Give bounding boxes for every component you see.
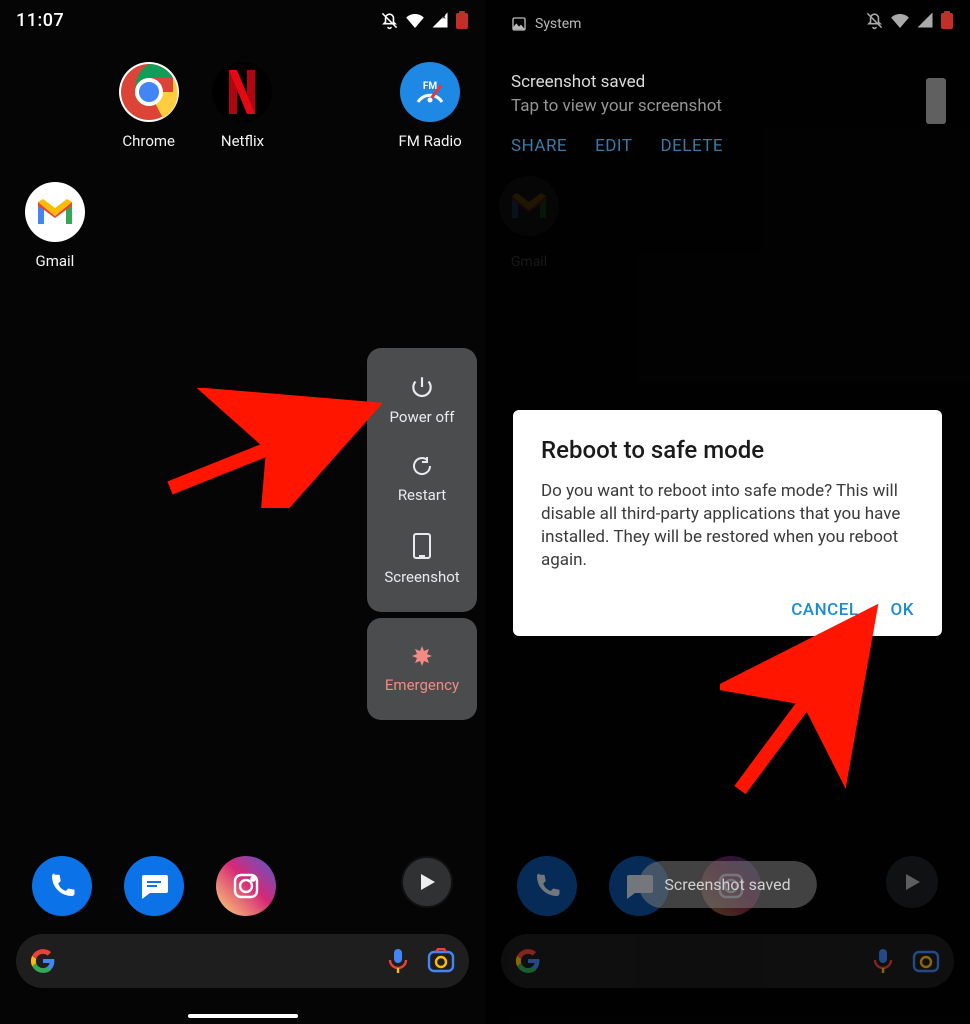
fmradio-icon: FM	[400, 62, 460, 122]
power-menu: Power off Restart Screenshot Emergency	[367, 348, 477, 720]
screenshot-left: 11:07 x Chrome Netflix FM FM Rad	[0, 0, 485, 1024]
notif-body: Tap to view your screenshot	[511, 96, 944, 116]
home-app-grid: Chrome Netflix FM FM Radio Gmail	[0, 56, 485, 296]
mic-icon[interactable]	[387, 948, 409, 974]
dock-phone[interactable]	[517, 856, 577, 916]
power-menu-emergency-card: Emergency	[367, 618, 477, 720]
screenshot-icon	[411, 532, 433, 560]
dock-phone[interactable]	[32, 856, 92, 916]
dialog-body: Do you want to reboot into safe mode? Th…	[541, 480, 914, 572]
signal-no-sim-icon: x	[431, 11, 449, 29]
mic-icon[interactable]	[872, 948, 894, 974]
google-search-bar[interactable]	[501, 934, 954, 988]
google-g-icon	[30, 948, 56, 974]
dnd-off-icon	[380, 11, 399, 30]
svg-text:x: x	[442, 13, 446, 21]
app-fmradio[interactable]: FM FM Radio	[383, 56, 477, 176]
gmail-icon	[25, 182, 85, 242]
app-label: Chrome	[122, 132, 175, 150]
screenshot-right: Gmail System Screenshot saved Tap to vie…	[485, 0, 970, 1024]
dock-messages[interactable]	[124, 856, 184, 916]
play-icon	[901, 871, 923, 893]
dock-instagram[interactable]	[216, 856, 276, 916]
netflix-icon	[212, 62, 272, 122]
wifi-icon	[405, 12, 425, 28]
screenshot-label: Screenshot	[384, 568, 459, 586]
notif-action-share[interactable]: SHARE	[511, 136, 567, 156]
emergency-icon	[410, 644, 434, 668]
app-label: Gmail	[35, 252, 74, 270]
restart-icon	[410, 454, 434, 478]
notif-action-delete[interactable]: DELETE	[660, 136, 723, 156]
phone-icon	[532, 871, 562, 901]
status-time: 11:07	[16, 10, 64, 31]
emergency-button[interactable]: Emergency	[367, 644, 477, 694]
phone-icon	[47, 871, 77, 901]
app-gmail[interactable]: Gmail	[8, 176, 102, 296]
power-off-button[interactable]: Power off	[367, 374, 477, 426]
chrome-icon	[119, 62, 179, 122]
status-bar: 11:07 x	[0, 0, 485, 40]
app-netflix[interactable]: Netflix	[196, 56, 290, 176]
notif-thumbnail[interactable]	[926, 78, 946, 124]
emergency-label: Emergency	[385, 676, 459, 694]
lens-icon[interactable]	[912, 948, 940, 974]
restart-label: Restart	[398, 486, 446, 504]
power-off-label: Power off	[390, 408, 455, 426]
notif-title: Screenshot saved	[511, 72, 944, 92]
messages-icon	[138, 871, 170, 901]
instagram-icon	[230, 870, 262, 902]
app-label: FM Radio	[399, 132, 462, 150]
image-icon	[511, 16, 527, 32]
restart-button[interactable]: Restart	[367, 454, 477, 504]
safe-mode-dialog: Reboot to safe mode Do you want to reboo…	[513, 410, 942, 636]
screenshot-button[interactable]: Screenshot	[367, 532, 477, 586]
nav-indicator[interactable]	[188, 1014, 298, 1018]
dialog-ok-button[interactable]: OK	[891, 600, 914, 620]
google-search-bar[interactable]	[16, 934, 469, 988]
google-g-icon	[515, 948, 541, 974]
power-icon	[409, 374, 435, 400]
app-chrome[interactable]: Chrome	[102, 56, 196, 176]
battery-saver-icon	[455, 11, 469, 29]
annotation-arrow	[160, 388, 400, 508]
play-icon	[416, 871, 438, 893]
dialog-cancel-button[interactable]: CANCEL	[791, 600, 858, 620]
dock	[0, 856, 485, 916]
dock-play[interactable]	[401, 856, 453, 908]
notif-action-edit[interactable]: EDIT	[595, 136, 632, 156]
lens-icon[interactable]	[427, 948, 455, 974]
dialog-title: Reboot to safe mode	[541, 436, 914, 464]
toast-screenshot-saved: Screenshot saved	[638, 861, 816, 908]
dock-play[interactable]	[886, 856, 938, 908]
notif-app-name: System	[535, 16, 581, 32]
power-menu-card: Power off Restart Screenshot	[367, 348, 477, 612]
status-icons: x	[380, 11, 469, 30]
svg-text:FM: FM	[423, 81, 437, 92]
app-label: Netflix	[221, 132, 264, 150]
notification-screenshot-saved[interactable]: System Screenshot saved Tap to view your…	[495, 4, 960, 166]
